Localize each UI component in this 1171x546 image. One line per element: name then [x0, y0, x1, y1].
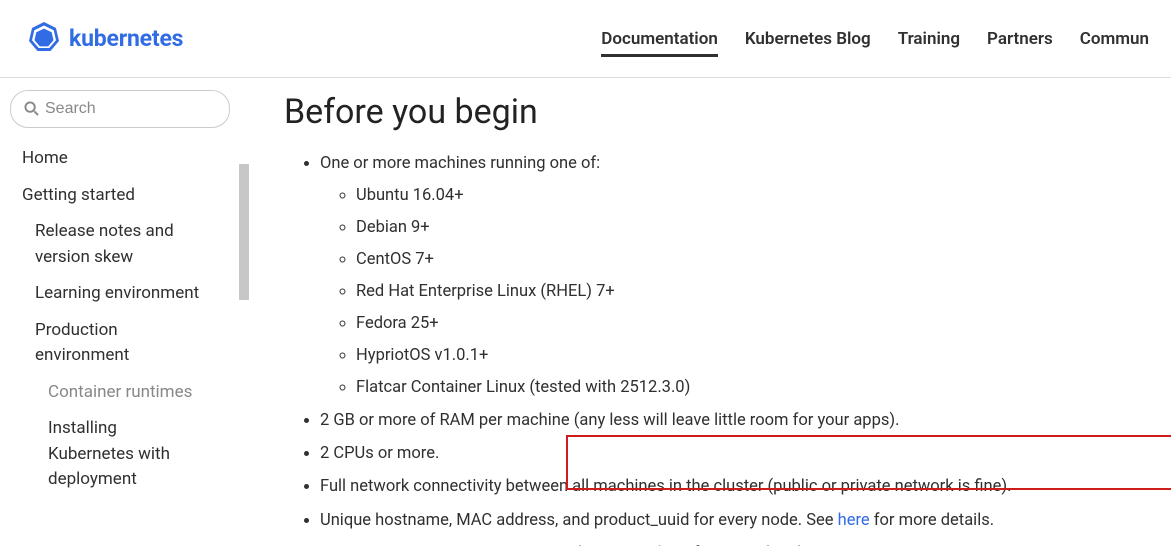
os-item: CentOS 7+ [356, 246, 1165, 274]
sidebar: Home Getting started Release notes and v… [0, 78, 252, 546]
sidebar-scrollbar[interactable] [237, 164, 251, 536]
header: kubernetes Documentation Kubernetes Blog… [0, 0, 1171, 78]
os-item: Ubuntu 16.04+ [356, 182, 1165, 210]
nav-community[interactable]: Commun [1080, 21, 1149, 57]
sidebar-item-home[interactable]: Home [22, 146, 202, 172]
brand-name: kubernetes [69, 25, 183, 52]
nav: Documentation Kubernetes Blog Training P… [601, 21, 1149, 57]
os-list: Ubuntu 16.04+ Debian 9+ CentOS 7+ Red Ha… [320, 182, 1165, 402]
req-network: Full network connectivity between all ma… [320, 473, 1165, 501]
sidebar-item-production-env[interactable]: Production environment [22, 318, 202, 369]
search-input[interactable] [10, 90, 230, 128]
req-os-intro: One or more machines running one of: Ubu… [320, 150, 1165, 402]
sidebar-list: Home Getting started Release notes and v… [10, 146, 241, 493]
os-item: Fedora 25+ [356, 310, 1165, 338]
sidebar-item-release-notes[interactable]: Release notes and version skew [22, 219, 202, 270]
logo[interactable]: kubernetes [28, 20, 183, 58]
req-ports: Certain ports are open on your machines.… [320, 540, 1165, 546]
nav-partners[interactable]: Partners [987, 21, 1053, 57]
nav-training[interactable]: Training [898, 21, 960, 57]
req-hostname-pre: Unique hostname, MAC address, and produc… [320, 511, 838, 530]
sidebar-item-container-runtimes[interactable]: Container runtimes [22, 380, 202, 406]
page-title: Before you begin [284, 92, 1165, 132]
sidebar-item-getting-started[interactable]: Getting started [22, 183, 202, 209]
kubernetes-logo-icon [28, 20, 60, 58]
nav-kubernetes-blog[interactable]: Kubernetes Blog [745, 21, 871, 57]
sidebar-item-installing-deployment[interactable]: Installing Kubernetes with deployment [22, 416, 202, 493]
layout: Home Getting started Release notes and v… [0, 78, 1171, 546]
os-item: HypriotOS v1.0.1+ [356, 342, 1165, 370]
os-item: Debian 9+ [356, 214, 1165, 242]
req-cpu: 2 CPUs or more. [320, 440, 1165, 468]
req-ram: 2 GB or more of RAM per machine (any les… [320, 407, 1165, 435]
content: Before you begin One or more machines ru… [252, 78, 1171, 546]
nav-documentation[interactable]: Documentation [601, 21, 718, 57]
req-hostname-link[interactable]: here [838, 511, 870, 530]
req-hostname-post: for more details. [870, 511, 994, 530]
requirements-list: One or more machines running one of: Ubu… [284, 150, 1165, 546]
req-os-intro-text: One or more machines running one of: [320, 154, 600, 173]
search-wrap [10, 90, 241, 128]
os-item: Red Hat Enterprise Linux (RHEL) 7+ [356, 278, 1165, 306]
sidebar-scroll-thumb[interactable] [239, 164, 249, 300]
os-item: Flatcar Container Linux (tested with 251… [356, 374, 1165, 402]
sidebar-item-learning-env[interactable]: Learning environment [22, 281, 202, 307]
req-hostname: Unique hostname, MAC address, and produc… [320, 507, 1165, 535]
